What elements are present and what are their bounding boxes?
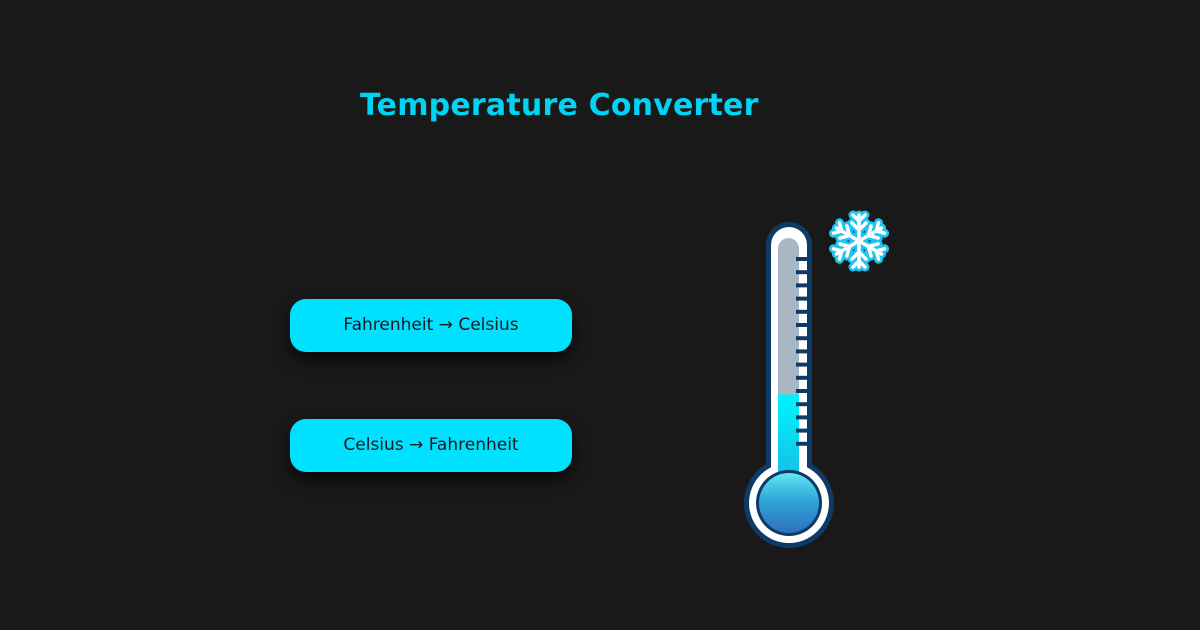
scale-tick xyxy=(796,415,808,420)
thermometer-bulb xyxy=(759,473,819,533)
celsius-to-fahrenheit-button[interactable]: Celsius → Fahrenheit xyxy=(290,419,572,472)
fahrenheit-to-celsius-button[interactable]: Fahrenheit → Celsius xyxy=(290,299,572,352)
scale-tick xyxy=(796,296,808,301)
scale-tick xyxy=(796,309,808,314)
scale-tick xyxy=(796,270,808,275)
scale-tick xyxy=(796,257,808,261)
scale-tick xyxy=(796,428,808,433)
scale-tick xyxy=(796,323,808,327)
scale-tick xyxy=(796,283,808,288)
scale-tick xyxy=(796,402,808,407)
scale-tick xyxy=(796,362,808,367)
scale-tick xyxy=(796,441,808,446)
scale-tick xyxy=(796,389,808,393)
snowflake-icon xyxy=(833,210,885,267)
scale-tick xyxy=(796,375,808,380)
thermometer-icon xyxy=(744,210,905,548)
thermometer-scale xyxy=(796,257,808,446)
scale-tick xyxy=(796,349,808,354)
page-title: Temperature Converter xyxy=(360,88,759,123)
scale-tick xyxy=(796,336,808,341)
